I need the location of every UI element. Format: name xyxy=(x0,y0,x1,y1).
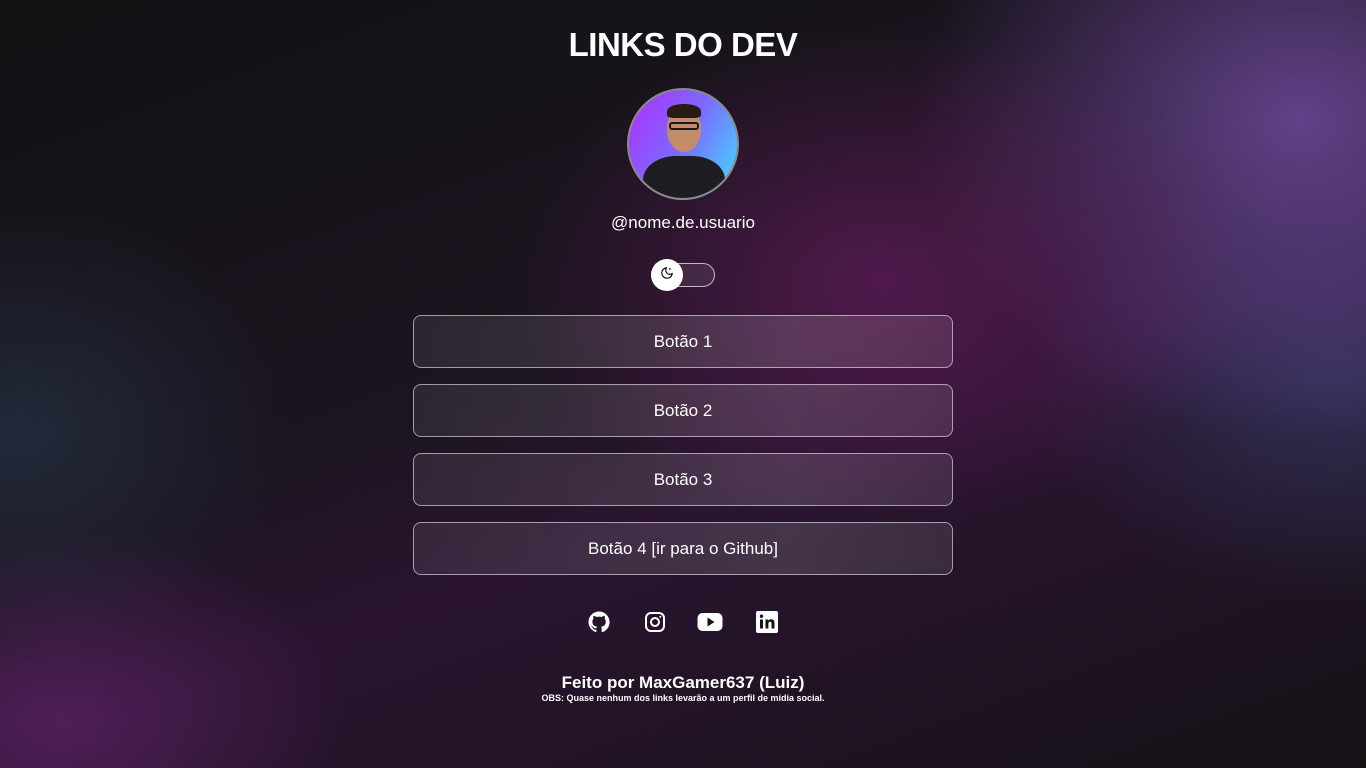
username: @nome.de.usuario xyxy=(611,213,755,232)
linkedin-icon[interactable] xyxy=(754,609,780,635)
youtube-icon[interactable] xyxy=(697,609,723,635)
avatar xyxy=(627,88,739,200)
footer-note: OBS: Quase nenhum dos links levarão a um… xyxy=(541,693,825,703)
link-button-2[interactable]: Botão 2 xyxy=(413,384,953,437)
moon-icon xyxy=(660,266,674,285)
avatar-body xyxy=(643,156,725,198)
github-icon[interactable] xyxy=(586,609,612,635)
toggle-knob[interactable] xyxy=(651,259,683,291)
social-links xyxy=(586,609,782,635)
avatar-hair xyxy=(667,104,701,118)
avatar-glasses xyxy=(669,122,699,130)
page-title: LINKS DO DEV xyxy=(568,26,798,63)
github-link-button[interactable]: Botão 4 [ir para o Github] xyxy=(413,522,953,575)
link-button-1[interactable]: Botão 1 xyxy=(413,315,953,368)
page-container: LINKS DO DEV @nome.de.usuario Botão 1 Bo… xyxy=(0,0,1366,768)
theme-toggle[interactable] xyxy=(651,259,715,291)
link-button-3[interactable]: Botão 3 xyxy=(413,453,953,506)
footer-credit: Feito por MaxGamer637 (Luiz) xyxy=(561,673,805,692)
instagram-icon[interactable] xyxy=(642,609,668,635)
